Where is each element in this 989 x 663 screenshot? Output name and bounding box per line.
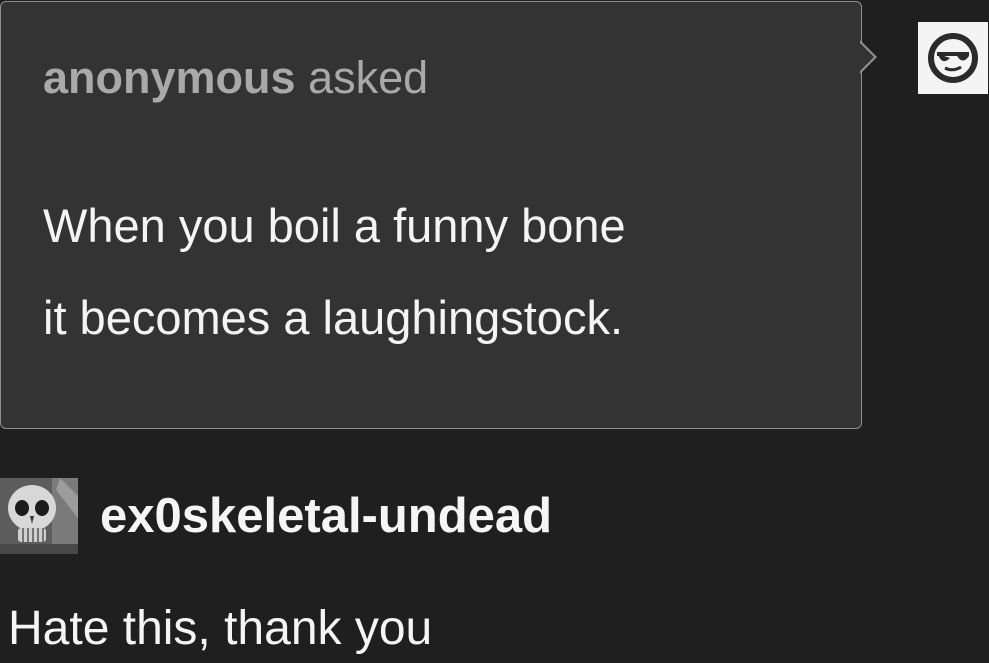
reply-text: Hate this, thank you [8,602,433,655]
reply-username[interactable]: ex0skeletal-undead [100,486,552,546]
question-line: it becomes a laughingstock. [43,291,623,344]
ask-bubble: anonymous asked When you boil a funny bo… [0,1,862,429]
skull-avatar-icon [0,478,78,554]
tumblr-ask-post: anonymous asked When you boil a funny bo… [0,0,989,663]
asked-label: asked [308,52,429,103]
asker-avatar[interactable] [918,22,988,94]
question-text: When you boil a funny bone it becomes a … [43,180,843,364]
reply-avatar[interactable] [0,478,78,554]
question-line: When you boil a funny bone [43,199,626,252]
asker-line: anonymous asked [43,48,428,108]
reply-header: ex0skeletal-undead [0,478,552,554]
asker-name: anonymous [43,52,296,103]
bubble-pointer-fill [859,42,874,72]
sunglasses-face-icon [928,33,978,83]
